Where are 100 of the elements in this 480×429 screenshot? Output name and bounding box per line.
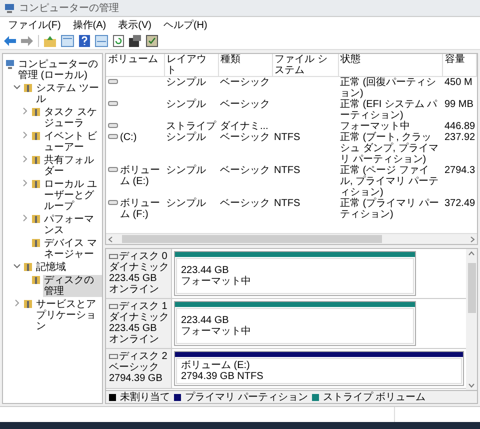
- column-header[interactable]: 状態: [340, 54, 440, 65]
- table-cell-text: NTFS: [274, 132, 302, 143]
- table-cell-text: 正常 (ページ ファイル, プライマリ パーティション): [340, 165, 440, 198]
- expand-caret-icon[interactable]: [21, 179, 29, 187]
- table-cell: 2794.3: [444, 165, 474, 176]
- disk-info: オンライン: [109, 284, 160, 295]
- table-cell: ベーシック: [220, 99, 270, 110]
- table-cell-text: フォーマット中: [340, 121, 411, 132]
- disk-name: ディスク 1: [119, 301, 168, 312]
- collapse-caret-icon[interactable]: [13, 262, 21, 270]
- disk-info: ダイナミック: [109, 312, 168, 323]
- partition-label: 2794.39 GB NTFS: [181, 371, 264, 382]
- table-cell: (C:): [120, 132, 137, 143]
- disk-info: 2794.39 GB: [109, 373, 164, 384]
- panel-icon[interactable]: [61, 35, 74, 47]
- expand-caret-icon[interactable]: [13, 299, 21, 307]
- table-cell: ベーシック: [220, 132, 270, 143]
- column-header[interactable]: 種類: [220, 54, 270, 65]
- tree-item[interactable]: タスク スケジューラ: [43, 107, 102, 129]
- vertical-scrollbar[interactable]: [466, 249, 477, 390]
- tree-item[interactable]: デバイス マネージャー: [43, 238, 102, 260]
- scrollbar-thumb[interactable]: [468, 263, 476, 313]
- disk-name: ディスク 0: [119, 251, 168, 262]
- node-icon: [31, 214, 41, 224]
- table-cell: 99 MB: [444, 99, 474, 110]
- node-icon: [23, 299, 33, 309]
- disk-info: ダイナミック: [109, 262, 168, 273]
- partition-block[interactable]: ボリューム (E:) 2794.39 GB NTFS: [174, 351, 464, 386]
- tree-item[interactable]: サービスとアプリケーション: [35, 299, 102, 332]
- app-icon: [4, 2, 15, 14]
- disk-name: ディスク 2: [119, 351, 168, 362]
- tree-item[interactable]: ディスクの管理: [43, 275, 102, 297]
- partition-label: 223.44 GB: [181, 265, 230, 276]
- table-cell: ベーシック: [220, 198, 270, 209]
- node-icon: [23, 83, 33, 93]
- menu-item[interactable]: 表示(V): [118, 18, 152, 32]
- forward-icon[interactable]: [21, 36, 33, 46]
- table-cell: 372.49: [444, 198, 474, 209]
- node-icon: [31, 179, 41, 189]
- partition-block[interactable]: 223.44 GB フォーマット中: [174, 301, 416, 346]
- drive-icon: [108, 165, 118, 173]
- table-cell-text: 正常 (回復パーティション): [340, 77, 438, 99]
- help-icon[interactable]: [79, 35, 90, 47]
- table-cell: 446.89: [444, 121, 474, 132]
- table-cell-text: シンプル: [166, 198, 207, 209]
- node-icon: [31, 155, 41, 165]
- table-cell-text: 正常 (ブート, クラッシュ ダンプ, プライマリ パーティション): [340, 132, 440, 165]
- disk-info: 223.45 GB: [109, 323, 158, 334]
- tree-item[interactable]: イベント ビューアー: [43, 131, 102, 153]
- folder-up-icon[interactable]: [44, 36, 56, 46]
- tree-item[interactable]: 共有フォルダー: [43, 155, 102, 177]
- table-cell-text: NTFS: [274, 165, 302, 176]
- legend-label: プライマリ パーティション: [185, 390, 308, 403]
- table-cell-text: ボリューム (E:): [120, 165, 161, 187]
- drive-icon: [108, 99, 118, 107]
- node-icon: [31, 238, 41, 248]
- menu-item[interactable]: 操作(A): [72, 18, 106, 32]
- partition-label: ボリューム (E:): [181, 360, 251, 371]
- horizontal-scrollbar[interactable]: [106, 233, 477, 244]
- partition-label: フォーマット中: [181, 326, 252, 337]
- expand-caret-icon[interactable]: [21, 107, 29, 115]
- collapse-caret-icon[interactable]: [13, 83, 21, 91]
- refresh-icon[interactable]: [113, 35, 124, 47]
- computer-icon: [5, 59, 15, 69]
- table-cell-text: シンプル: [166, 132, 207, 143]
- scrollbar-thumb[interactable]: [122, 235, 382, 243]
- tree-item[interactable]: 記憶域: [35, 262, 67, 273]
- expand-caret-icon[interactable]: [21, 214, 29, 222]
- panel-icon[interactable]: [95, 35, 108, 47]
- table-cell-text: 正常 (プライマリ パーティション): [340, 198, 440, 220]
- table-cell: ストライプ: [166, 121, 216, 132]
- partition-block[interactable]: 223.44 GB フォーマット中: [174, 251, 416, 296]
- disk-info: ベーシック: [109, 362, 160, 373]
- partition-label: フォーマット中: [181, 276, 252, 287]
- table-cell-text: シンプル: [166, 77, 207, 88]
- menu-item[interactable]: ヘルプ(H): [163, 18, 208, 32]
- tree-item[interactable]: パフォーマンス: [43, 214, 102, 236]
- drive-icon: [108, 77, 118, 85]
- expand-caret-icon[interactable]: [21, 155, 29, 163]
- table-cell-text: 450 M: [444, 77, 474, 88]
- menu-item[interactable]: ファイル(F): [8, 18, 61, 32]
- back-icon[interactable]: [4, 36, 16, 46]
- table-cell-text: シンプル: [166, 165, 207, 176]
- tree-item[interactable]: コンピューターの管理 (ローカル): [17, 59, 102, 81]
- column-header[interactable]: ファイル システム: [274, 54, 336, 76]
- node-icon: [31, 275, 41, 285]
- column-header[interactable]: ボリューム: [108, 54, 162, 65]
- tree-item[interactable]: システム ツール: [35, 83, 102, 105]
- table-cell-text: ダイナミ...: [220, 121, 270, 132]
- drive-icon: [108, 198, 118, 206]
- disk-info: オンライン: [109, 334, 160, 345]
- table-cell: 237.92: [444, 132, 474, 143]
- table-cell-text: NTFS: [274, 198, 302, 209]
- column-header[interactable]: レイアウト: [166, 54, 216, 76]
- table-cell-text: 正常 (EFI システム パーティション): [340, 99, 438, 121]
- expand-caret-icon[interactable]: [21, 131, 29, 139]
- node-icon: [31, 107, 41, 117]
- legend-label: 未割り当て: [120, 390, 170, 403]
- table-cell-text: シンプル: [166, 99, 207, 110]
- tree-item[interactable]: ローカル ユーザーとグループ: [43, 179, 102, 212]
